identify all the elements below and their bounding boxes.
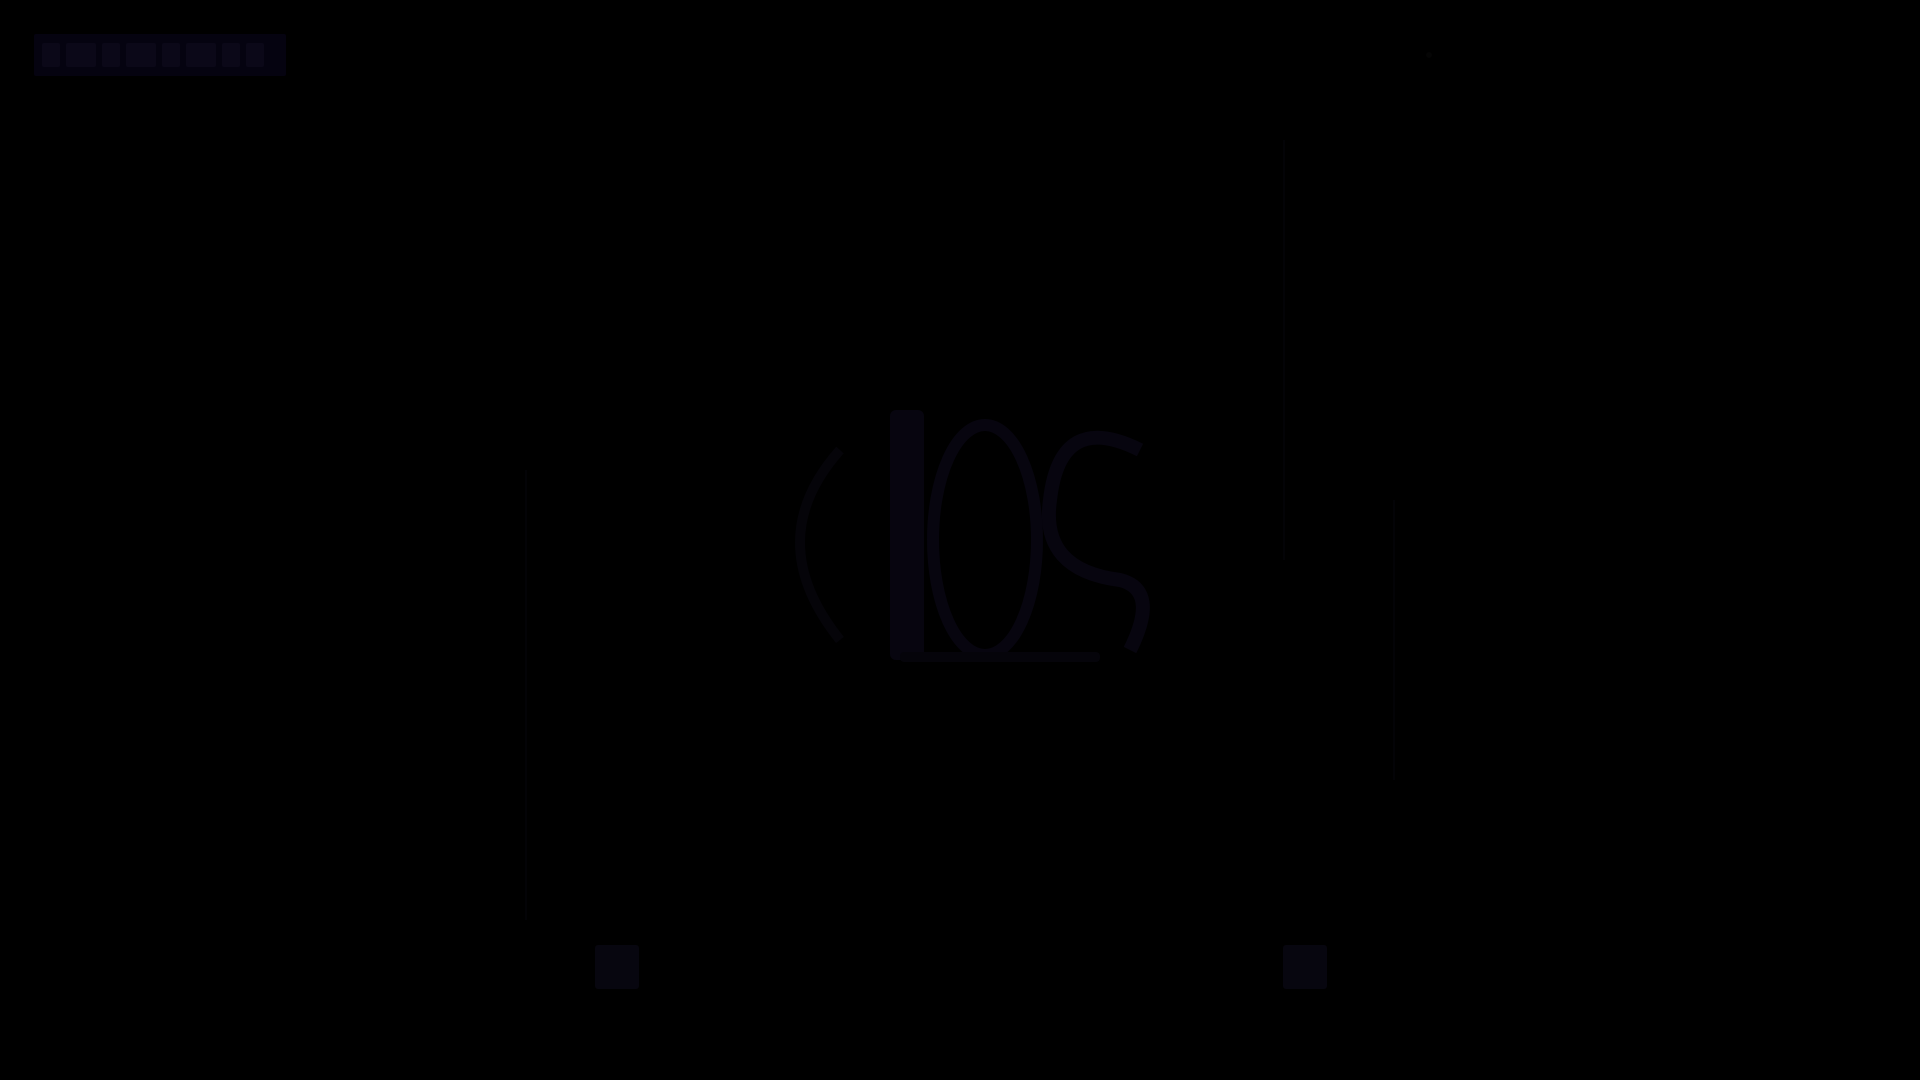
logo-block — [162, 43, 180, 67]
logo-block — [102, 43, 120, 67]
divider-line — [1283, 140, 1285, 560]
screen — [0, 0, 1920, 1080]
logo-block — [246, 43, 264, 67]
divider-line — [525, 470, 527, 920]
logo-block — [66, 43, 96, 67]
logo-block — [222, 43, 240, 67]
logo-block — [126, 43, 156, 67]
logo-block — [42, 43, 60, 67]
divider-line — [1393, 500, 1395, 780]
center-emblem-icon — [720, 390, 1200, 690]
corner-mark-icon — [1283, 945, 1327, 989]
brand-logo-icon — [34, 34, 286, 76]
status-dot-icon — [1426, 52, 1432, 58]
corner-mark-icon — [595, 945, 639, 989]
logo-block — [186, 43, 216, 67]
